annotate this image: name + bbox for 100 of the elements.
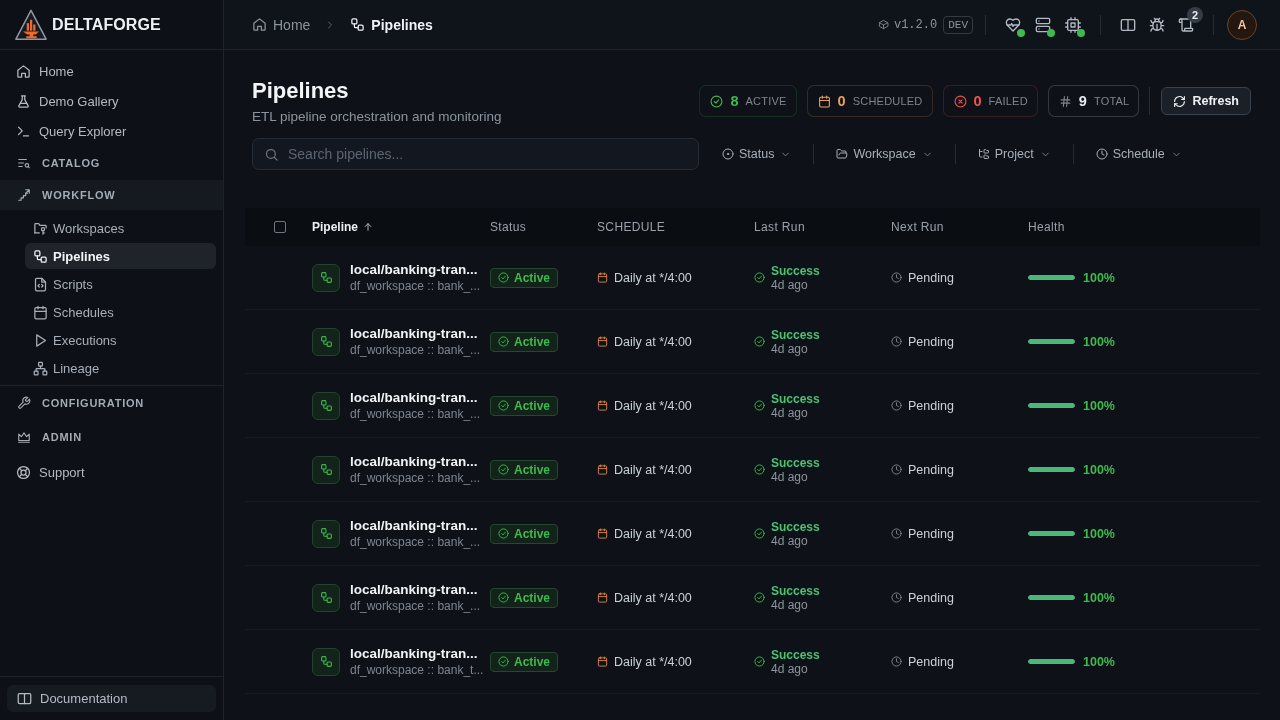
steps-arrow-icon — [17, 188, 31, 202]
last-run-time: 4d ago — [771, 405, 809, 420]
next-run-text: Pending — [908, 526, 954, 541]
next-run-text: Pending — [908, 334, 954, 349]
check-circle-icon — [754, 656, 765, 667]
check-circle-icon — [754, 464, 765, 475]
calendar-icon — [33, 304, 48, 320]
heart-pulse-icon[interactable] — [1005, 16, 1021, 33]
check-circle-icon — [498, 656, 509, 667]
check-circle-icon — [498, 592, 509, 603]
nav-item[interactable]: Lineage — [25, 355, 216, 381]
column-header[interactable]: SCHEDULE — [597, 220, 666, 234]
server-icon[interactable] — [1035, 16, 1051, 33]
play-icon — [33, 332, 48, 348]
environment-badge: DEV — [943, 15, 973, 34]
nav-section-header[interactable]: ADMIN — [0, 420, 223, 454]
terminal-icon — [16, 123, 31, 139]
pipeline-tile-icon — [312, 327, 340, 356]
breadcrumb-link[interactable]: Home — [252, 16, 311, 33]
nav-section-header[interactable]: CATALOG — [0, 146, 223, 180]
code-file-icon — [33, 276, 48, 292]
health-percent: 100% — [1083, 526, 1115, 541]
nav-item[interactable]: Schedules — [25, 299, 216, 325]
documentation-link[interactable]: Documentation — [7, 685, 216, 712]
check-circle-icon — [498, 400, 509, 411]
summary-chip[interactable]: 0 SCHEDULED — [806, 85, 933, 117]
calendar-icon — [817, 94, 831, 108]
filter-dropdown[interactable]: Workspace — [836, 147, 933, 161]
pipeline-name[interactable]: local/banking-tran... — [350, 517, 481, 534]
pipeline-name[interactable]: local/banking-tran... — [350, 581, 481, 598]
status-badge: Active — [490, 331, 559, 352]
next-run-text: Pending — [908, 462, 954, 477]
filter-dropdown[interactable]: Status — [722, 147, 792, 161]
summary-count: 0 — [837, 93, 846, 109]
summary-label: ACTIVE — [745, 95, 787, 107]
nav-item[interactable]: Scripts — [25, 271, 216, 297]
last-run-time: 4d ago — [771, 469, 809, 484]
pipeline-name[interactable]: local/banking-tran... — [350, 453, 481, 470]
refresh-button[interactable]: Refresh — [1161, 87, 1251, 115]
last-run-status: Success — [771, 327, 820, 342]
calendar-icon — [597, 464, 608, 475]
folder-tree-icon — [977, 148, 990, 160]
column-header[interactable]: Next Run — [891, 220, 944, 234]
pipeline-name[interactable]: local/banking-tran... — [350, 645, 484, 662]
pipeline-tile-icon — [312, 647, 340, 676]
hierarchy-icon — [33, 360, 48, 376]
nav-link[interactable]: Support — [0, 457, 223, 487]
user-avatar[interactable]: A — [1227, 9, 1257, 40]
summary-chip[interactable]: 9 TOTAL — [1047, 85, 1140, 117]
breadcrumb-link[interactable]: Pipelines — [350, 16, 433, 33]
scroll-icon[interactable] — [1178, 16, 1194, 33]
summary-label: FAILED — [988, 95, 1028, 107]
pipeline-tile-icon — [312, 455, 340, 484]
pipeline-path: df_workspace :: bank_... — [350, 598, 481, 614]
flask-icon — [16, 93, 31, 109]
schedule-text: Daily at */4:00 — [614, 398, 692, 413]
pipeline-path: df_workspace :: bank_... — [350, 406, 481, 422]
search-field[interactable]: Search pipelines... — [252, 138, 699, 170]
pipeline-name[interactable]: local/banking-tran... — [350, 325, 481, 342]
pipeline-path: df_workspace :: bank_... — [350, 470, 481, 486]
page-title: Pipelines — [252, 78, 350, 104]
version-label: v1.2.0 — [893, 17, 938, 32]
check-circle-icon — [498, 336, 509, 347]
summary-chip[interactable]: 8 ACTIVE — [699, 85, 797, 117]
check-circle-icon — [754, 528, 765, 539]
nav-section-header[interactable]: CONFIGURATION — [0, 386, 223, 420]
health-percent: 100% — [1083, 270, 1115, 285]
book-icon[interactable] — [1119, 16, 1136, 33]
select-all-checkbox[interactable] — [274, 221, 286, 233]
health-percent: 100% — [1083, 334, 1115, 349]
cpu-icon[interactable] — [1065, 16, 1081, 33]
pipeline-name[interactable]: local/banking-tran... — [350, 261, 481, 278]
column-header[interactable]: Status — [490, 220, 527, 234]
nav-section-header[interactable]: WORKFLOW — [0, 180, 223, 210]
column-header[interactable]: Health — [1028, 220, 1065, 234]
hash-icon — [1058, 94, 1072, 108]
anvil-logo-icon[interactable] — [14, 7, 48, 42]
nav-link[interactable]: Home — [0, 56, 223, 86]
pipeline-path: df_workspace :: bank_... — [350, 278, 481, 294]
nav-link[interactable]: Demo Gallery — [0, 86, 223, 116]
crown-icon — [17, 430, 31, 444]
arrow-up-icon[interactable] — [363, 222, 373, 232]
column-header[interactable]: Pipeline — [312, 220, 358, 234]
check-circle-icon — [498, 464, 509, 475]
nav-item[interactable]: Pipelines — [25, 243, 216, 269]
nav-item[interactable]: Workspaces — [25, 215, 216, 241]
last-run-status: Success — [771, 583, 820, 598]
nav-link[interactable]: Query Explorer — [0, 116, 223, 146]
filter-dropdown[interactable]: Project — [977, 147, 1051, 161]
brand-name: DELTAFORGE — [52, 15, 161, 34]
filter-dropdown[interactable]: Schedule — [1095, 147, 1182, 161]
column-header[interactable]: Last Run — [754, 220, 805, 234]
clock-icon — [891, 464, 902, 475]
bug-icon[interactable] — [1148, 16, 1165, 33]
summary-chip[interactable]: 0 FAILED — [942, 85, 1038, 117]
pipeline-name[interactable]: local/banking-tran... — [350, 389, 481, 406]
status-badge: Active — [490, 587, 559, 608]
refresh-icon — [1173, 94, 1187, 108]
nav-item[interactable]: Executions — [25, 327, 216, 353]
calendar-icon — [597, 272, 608, 283]
